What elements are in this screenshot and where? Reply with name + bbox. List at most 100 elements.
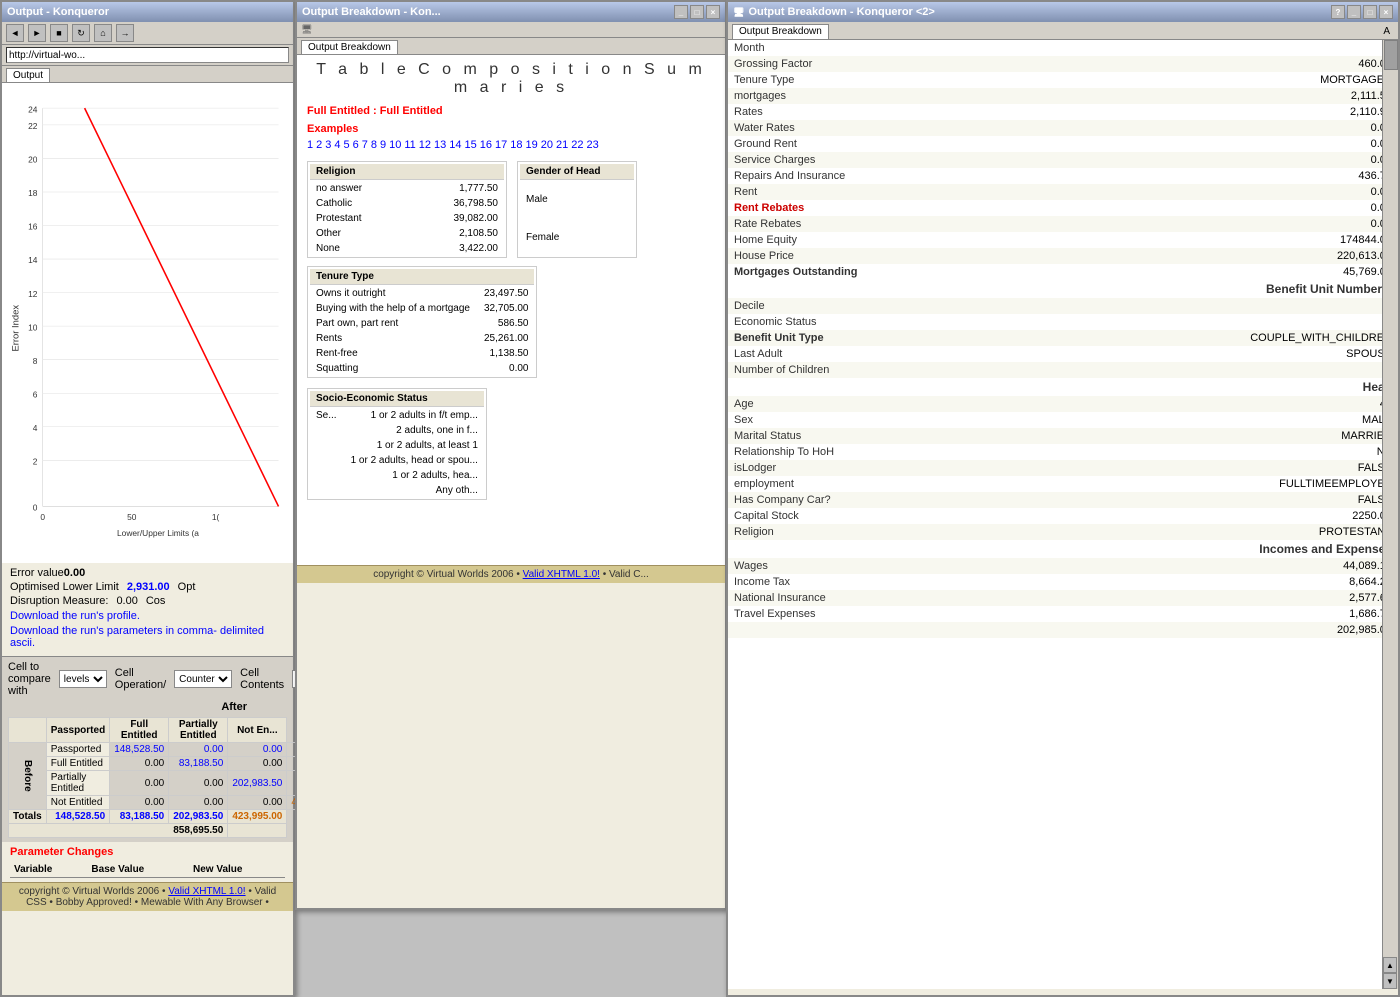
xhtml-link[interactable]: Valid XHTML 1.0!: [523, 569, 600, 580]
val-home-equity: 174844.00: [1042, 232, 1398, 248]
val-benefit-unit-type: COUPLE_WITH_CHILDREN: [1042, 330, 1398, 346]
error-value-label: Error value: [10, 567, 64, 579]
gender-header: Gender of Head: [520, 164, 634, 180]
param-title: Parameter Changes: [10, 846, 285, 858]
field-home-equity: Home Equity: [728, 232, 1042, 248]
bd2-help-btn[interactable]: ?: [1331, 5, 1345, 19]
breakdown-tab-bar: Output Breakdown: [297, 38, 725, 55]
ex-6[interactable]: 6: [353, 139, 359, 151]
ex-13[interactable]: 13: [434, 139, 446, 151]
val-decile: 6: [1042, 298, 1398, 314]
table-row: Water Rates 0.00: [728, 120, 1398, 136]
download-params-link[interactable]: Download the run's parameters in comma- …: [10, 625, 285, 649]
ex-21[interactable]: 21: [556, 139, 568, 151]
error-value: 0.00: [64, 567, 85, 579]
val-last-adult: SPOUSE: [1042, 346, 1398, 362]
table-row: Rent-free1,138.50: [310, 347, 534, 360]
field-capital-stock: Capital Stock: [728, 508, 1042, 524]
home-icon[interactable]: ⌂: [94, 24, 112, 42]
bd2-close-btn[interactable]: ×: [1379, 5, 1393, 19]
table-row: Any oth...: [310, 484, 484, 497]
breakdown2-content: Month 3 Grossing Factor 460.00 Tenure Ty…: [728, 40, 1398, 989]
back-icon[interactable]: ◄: [6, 24, 24, 42]
go-icon[interactable]: →: [116, 24, 134, 42]
tenure-table: Tenure Type Owns it outright23,497.50 Bu…: [307, 266, 537, 378]
bd2-maximize-btn[interactable]: □: [1363, 5, 1377, 19]
val-tenure: MORTGAGED: [1042, 72, 1398, 88]
ex-14[interactable]: 14: [449, 139, 461, 151]
bd2-minimize-btn[interactable]: _: [1347, 5, 1361, 19]
minimize-btn[interactable]: _: [674, 5, 688, 19]
table-row: Relationship To HoH NA: [728, 444, 1398, 460]
ex-2[interactable]: 2: [316, 139, 322, 151]
field-rent-rebates: Rent Rebates: [728, 200, 1042, 216]
tc-examples-label: Examples: [307, 123, 715, 135]
ex-22[interactable]: 22: [571, 139, 583, 151]
val-house-price: 220,613.00: [1042, 248, 1398, 264]
breakdown2-title: Output Breakdown - Konqueror <2>: [748, 6, 934, 18]
ex-10[interactable]: 10: [389, 139, 401, 151]
ex-18[interactable]: 18: [510, 139, 522, 151]
ex-8[interactable]: 8: [371, 139, 377, 151]
tab-breakdown1[interactable]: Output Breakdown: [301, 40, 398, 54]
ex-3[interactable]: 3: [325, 139, 331, 151]
tab-output[interactable]: Output: [6, 68, 50, 82]
ex-16[interactable]: 16: [480, 139, 492, 151]
field-ni: National Insurance: [728, 590, 1042, 606]
field-marital-status: Marital Status: [728, 428, 1042, 444]
ex-1[interactable]: 1: [307, 139, 313, 151]
url-input[interactable]: [6, 47, 289, 63]
scroll-down-btn[interactable]: ▼: [1383, 973, 1397, 989]
ex-23[interactable]: 23: [587, 139, 599, 151]
ex-15[interactable]: 15: [465, 139, 477, 151]
ex-19[interactable]: 19: [526, 139, 538, 151]
scroll-up-btn[interactable]: ▲: [1383, 957, 1397, 973]
disruption-value: 0.00: [116, 595, 137, 607]
detail-table: Month 3 Grossing Factor 460.00 Tenure Ty…: [728, 40, 1398, 638]
ex-17[interactable]: 17: [495, 139, 507, 151]
ex-12[interactable]: 12: [419, 139, 431, 151]
table-row: Tenure Type MORTGAGED: [728, 72, 1398, 88]
table-row: Income Tax 8,664.24: [728, 574, 1398, 590]
bd2-titlebar-buttons: ? _ □ ×: [1331, 5, 1393, 19]
xhtml-link[interactable]: Valid XHTML 1.0!: [168, 886, 245, 897]
table-row: employment FULLTIMEEMPLOYEE: [728, 476, 1398, 492]
val-rent: 0.00: [1042, 184, 1398, 200]
scrollbar-thumb[interactable]: [1384, 40, 1398, 70]
opt-lower-value: 2,931.00: [127, 581, 170, 593]
cell-operation-select[interactable]: Counter: [174, 670, 232, 688]
table-row: Other2,108.50: [310, 227, 504, 240]
tc-content: T a b l e C o m p o s i t i o n S u m m …: [297, 55, 725, 565]
stop-icon[interactable]: ■: [50, 24, 68, 42]
table-row: Squatting0.00: [310, 362, 534, 375]
table-row: Owns it outright23,497.50: [310, 287, 534, 300]
table-row: mortgages 2,111.58: [728, 88, 1398, 104]
table-row: Mortgages Outstanding 45,769.00: [728, 264, 1398, 280]
val-mortgages: 2,111.58: [1042, 88, 1398, 104]
download-profile-link[interactable]: Download the run's profile.: [10, 610, 285, 622]
cell-compare-select[interactable]: levels: [59, 670, 107, 688]
param-table: Variable Base Value New Value: [10, 862, 285, 878]
field-company-car: Has Company Car?: [728, 492, 1042, 508]
scrollbar[interactable]: ▲ ▼: [1382, 40, 1398, 989]
ex-5[interactable]: 5: [344, 139, 350, 151]
ex-20[interactable]: 20: [541, 139, 553, 151]
val-religion: PROTESTANT: [1042, 524, 1398, 540]
ex-9[interactable]: 9: [380, 139, 386, 151]
ex-4[interactable]: 4: [334, 139, 340, 151]
field-ground-rent: Ground Rent: [728, 136, 1042, 152]
religion-header: Religion: [310, 164, 504, 180]
maximize-btn[interactable]: □: [690, 5, 704, 19]
table-row: Rent 0.00: [728, 184, 1398, 200]
main-window: Output - Konqueror ◄ ► ■ ↻ ⌂ → Output Er…: [0, 0, 295, 997]
reload-icon[interactable]: ↻: [72, 24, 90, 42]
val-ni: 2,577.64: [1042, 590, 1398, 606]
ex-7[interactable]: 7: [362, 139, 368, 151]
close-btn[interactable]: ×: [706, 5, 720, 19]
tc-tables: Religion no answer1,777.50 Catholic36,79…: [307, 161, 715, 258]
svg-text:16: 16: [28, 222, 38, 232]
forward-icon[interactable]: ►: [28, 24, 46, 42]
tab-breakdown2[interactable]: Output Breakdown: [732, 24, 829, 39]
ex-11[interactable]: 11: [404, 139, 415, 151]
disruption-label: Disruption Measure:: [10, 595, 108, 607]
